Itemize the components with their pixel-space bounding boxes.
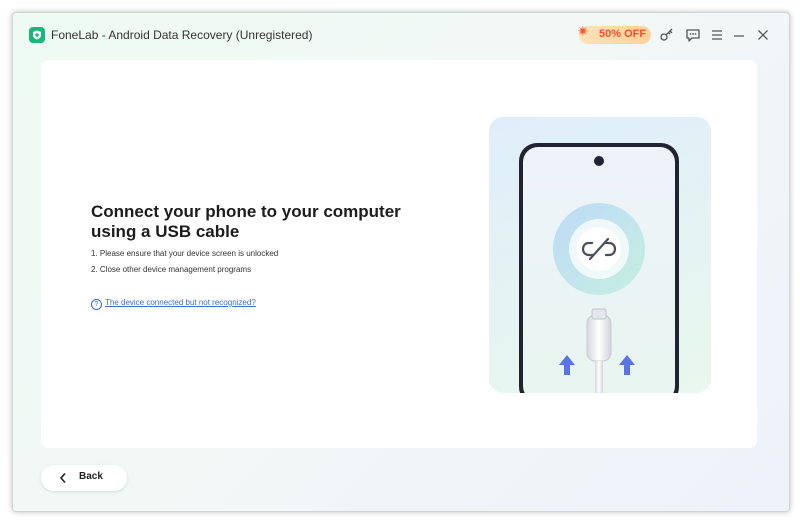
- main-panel: Connect your phone to your computer usin…: [41, 60, 757, 448]
- instruction-step: 2. Close other device management program…: [91, 265, 252, 274]
- usb-connection-illustration: [489, 117, 711, 393]
- app-window: FoneLab - Android Data Recovery (Unregis…: [12, 12, 790, 512]
- help-icon: ?: [91, 299, 102, 310]
- device-not-recognized-link[interactable]: ? The device connected but not recognized…: [91, 298, 256, 310]
- shield-plus-icon: [29, 27, 45, 43]
- gift-icon: ✷: [577, 23, 589, 39]
- title-bar: FoneLab - Android Data Recovery (Unregis…: [13, 13, 789, 59]
- instruction-step: 1. Please ensure that your device screen…: [91, 249, 279, 258]
- promo-badge[interactable]: ✷ 50% OFF: [577, 23, 651, 44]
- back-button[interactable]: Back: [41, 465, 127, 491]
- page-title: Connect your phone to your computer usin…: [91, 202, 401, 241]
- back-button-label: Back: [79, 471, 103, 482]
- menu-icon[interactable]: [707, 25, 727, 45]
- close-icon[interactable]: [753, 25, 773, 45]
- promo-label: 50% OFF: [599, 28, 647, 40]
- minimize-icon[interactable]: [729, 25, 749, 45]
- phone-illustration: [519, 143, 679, 393]
- chat-icon[interactable]: [683, 25, 703, 45]
- key-icon[interactable]: [657, 25, 677, 45]
- help-link-label: The device connected but not recognized?: [105, 298, 256, 307]
- chevron-left-icon: [59, 472, 66, 484]
- window-title: FoneLab - Android Data Recovery (Unregis…: [51, 28, 313, 42]
